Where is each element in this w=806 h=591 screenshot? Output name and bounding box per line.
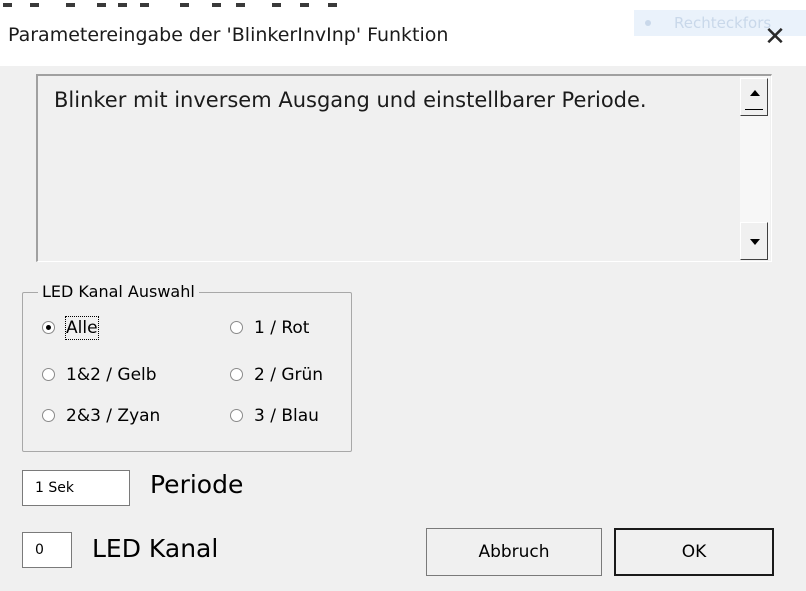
dialog-title: Parametereingabe der 'BlinkerInvInp' Fun… bbox=[8, 24, 449, 46]
periode-label: Periode bbox=[150, 470, 244, 499]
radio-label: Alle bbox=[65, 316, 99, 340]
close-icon: ✕ bbox=[764, 22, 786, 52]
bullet-icon bbox=[645, 20, 651, 26]
ok-button[interactable]: OK bbox=[614, 528, 774, 576]
radio-circle bbox=[230, 368, 243, 381]
radio-label: 3 / Blau bbox=[254, 406, 319, 426]
radio-label: 2&3 / Zyan bbox=[66, 406, 161, 426]
led-kanal-input[interactable]: 0 bbox=[22, 532, 72, 568]
radio-label: 1&2 / Gelb bbox=[66, 365, 157, 385]
led-kanal-label: LED Kanal bbox=[92, 534, 219, 563]
radio-label: 1 / Rot bbox=[254, 318, 310, 338]
scroll-down-button[interactable] bbox=[740, 222, 768, 260]
groupbox-title: LED Kanal Auswahl bbox=[38, 282, 199, 301]
arrow-up-icon bbox=[750, 90, 760, 96]
radio-circle bbox=[230, 409, 243, 422]
radio-label: 2 / Grün bbox=[254, 365, 324, 385]
radio-circle bbox=[42, 409, 55, 422]
cancel-button[interactable]: Abbruch bbox=[426, 528, 602, 576]
radio-circle bbox=[42, 368, 55, 381]
periode-input[interactable]: 1 Sek bbox=[22, 470, 130, 506]
radio-circle bbox=[42, 321, 55, 334]
close-button[interactable]: ✕ bbox=[758, 20, 792, 54]
description-scrollbar[interactable] bbox=[740, 76, 770, 260]
arrow-down-icon bbox=[750, 239, 760, 245]
scroll-up-button[interactable] bbox=[740, 78, 768, 116]
radio-circle bbox=[230, 321, 243, 334]
description-text: Blinker mit inversem Ausgang und einstel… bbox=[54, 88, 647, 112]
